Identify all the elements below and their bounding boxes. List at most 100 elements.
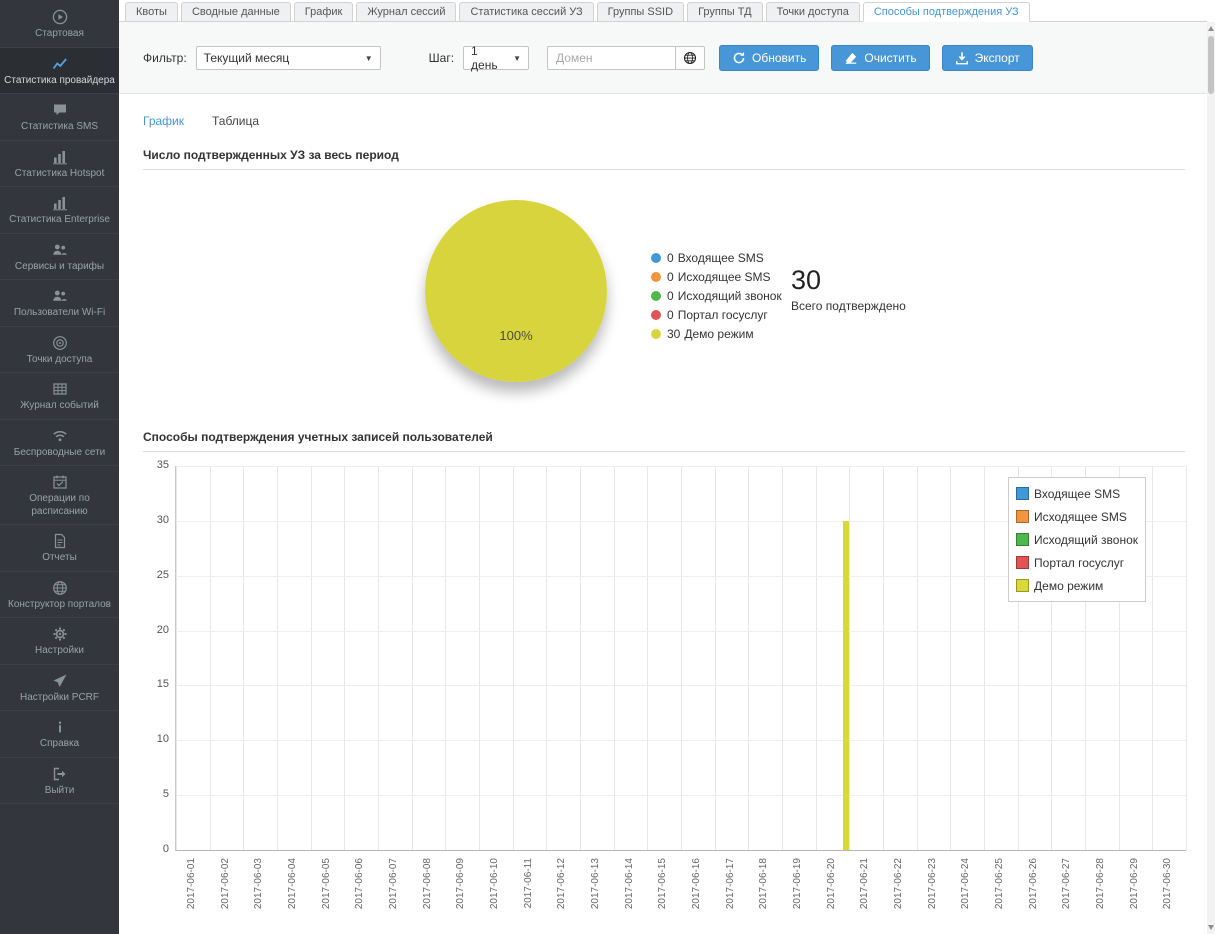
rocket-icon xyxy=(52,673,68,689)
gridline-vertical xyxy=(715,466,716,850)
step-select-value: 1 день xyxy=(471,44,507,72)
period-select-value: Текущий месяц xyxy=(204,51,290,65)
total-block: 30 Всего подтверждено xyxy=(791,266,906,313)
scroll-down-arrow[interactable] xyxy=(1208,925,1214,930)
filter-bar: Фильтр: Текущий месяц ▼ Шаг: 1 день ▼ Об… xyxy=(119,22,1207,94)
wifi-icon xyxy=(52,428,68,444)
logout-icon xyxy=(52,766,68,782)
top-tab-6[interactable]: Группы ТД xyxy=(687,2,763,22)
sidebar-item-12[interactable]: Конструктор порталов xyxy=(0,572,119,619)
sidebar-item-2[interactable]: Статистика SMS xyxy=(0,94,119,141)
table-icon xyxy=(52,381,68,397)
sidebar-item-0[interactable]: Стартовая xyxy=(0,1,119,48)
top-tab-2[interactable]: График xyxy=(294,2,354,22)
gridline-vertical xyxy=(210,466,211,850)
sidebar-item-6[interactable]: Пользователи Wi-Fi xyxy=(0,280,119,327)
report-icon xyxy=(52,533,68,549)
gridline-vertical xyxy=(950,466,951,850)
clear-button[interactable]: Очистить xyxy=(831,45,929,71)
step-select[interactable]: 1 день ▼ xyxy=(463,46,529,70)
export-icon xyxy=(955,51,969,65)
export-button[interactable]: Экспорт xyxy=(942,45,1033,71)
users-icon xyxy=(52,288,68,304)
subtab-0[interactable]: График xyxy=(143,114,184,128)
sidebar-item-label: Операции по расписанию xyxy=(2,493,117,518)
x-axis-label: 2017-06-13 xyxy=(590,858,602,909)
x-axis-label: 2017-06-22 xyxy=(893,858,905,909)
play-icon xyxy=(52,9,68,25)
sidebar-item-label: Сервисы и тарифы xyxy=(2,261,117,274)
gridline-vertical xyxy=(479,466,480,850)
top-tab-5[interactable]: Группы SSID xyxy=(597,2,684,22)
sidebar-item-11[interactable]: Отчеты xyxy=(0,525,119,572)
x-axis-label: 2017-06-03 xyxy=(253,858,265,909)
pie-legend-label: Входящее SMS xyxy=(678,251,764,265)
bar-legend-label: Входящее SMS xyxy=(1034,487,1120,501)
sidebar-item-10[interactable]: Операции по расписанию xyxy=(0,466,119,525)
period-select[interactable]: Текущий месяц ▼ xyxy=(196,46,381,70)
total-value: 30 xyxy=(791,266,906,296)
x-axis-label: 2017-06-06 xyxy=(354,858,366,909)
sidebar-item-16[interactable]: Выйти xyxy=(0,758,119,805)
sidebar-item-5[interactable]: Сервисы и тарифы xyxy=(0,234,119,281)
y-axis-label: 30 xyxy=(143,514,169,526)
top-tab-4[interactable]: Статистика сессий УЗ xyxy=(459,2,593,22)
x-axis-label: 2017-06-25 xyxy=(994,858,1006,909)
gridline-vertical xyxy=(445,466,446,850)
sidebar-item-label: Пользователи Wi-Fi xyxy=(2,307,117,320)
gridline-vertical xyxy=(513,466,514,850)
top-tab-label: Статистика сессий УЗ xyxy=(470,6,582,18)
gridline-horizontal xyxy=(176,685,1186,686)
top-tab-3[interactable]: Журнал сессий xyxy=(356,2,456,22)
sidebar-item-15[interactable]: Справка xyxy=(0,711,119,758)
top-tab-1[interactable]: Сводные данные xyxy=(181,2,291,22)
calendar-icon xyxy=(52,474,68,490)
sidebar-item-1[interactable]: Статистика провайдера xyxy=(0,48,119,95)
sidebar-item-7[interactable]: Точки доступа xyxy=(0,327,119,374)
vertical-scrollbar[interactable] xyxy=(1207,22,1215,934)
domain-input[interactable] xyxy=(547,46,675,70)
refresh-button[interactable]: Обновить xyxy=(719,45,819,71)
scroll-up-arrow[interactable] xyxy=(1208,26,1214,31)
pie-chart: 100% xyxy=(425,200,607,382)
domain-globe-button[interactable] xyxy=(675,46,705,70)
sidebar-item-13[interactable]: Настройки xyxy=(0,618,119,665)
info-icon xyxy=(52,719,68,735)
button-label: Экспорт xyxy=(975,51,1020,65)
eraser-icon xyxy=(844,51,858,65)
gridline-vertical xyxy=(311,466,312,850)
legend-color-swatch xyxy=(1016,487,1029,500)
globe-icon xyxy=(683,51,697,65)
sidebar-item-9[interactable]: Беспроводные сети xyxy=(0,420,119,467)
legend-color-swatch xyxy=(1016,533,1029,546)
line-chart-icon xyxy=(52,56,68,72)
x-axis-label: 2017-06-29 xyxy=(1129,858,1141,909)
scrollbar-thumb[interactable] xyxy=(1208,36,1214,94)
sidebar-item-14[interactable]: Настройки PCRF xyxy=(0,665,119,712)
x-axis-label: 2017-06-05 xyxy=(321,858,333,909)
sidebar-item-label: Журнал событий xyxy=(2,400,117,413)
sidebar-item-label: Статистика SMS xyxy=(2,121,117,134)
pie-legend-label: Портал госуслуг xyxy=(678,308,768,322)
sidebar-item-label: Статистика Enterprise xyxy=(2,214,117,227)
y-axis-label: 0 xyxy=(143,843,169,855)
view-subtabs: График Таблица xyxy=(119,94,1207,140)
sidebar-item-8[interactable]: Журнал событий xyxy=(0,373,119,420)
gridline-vertical xyxy=(580,466,581,850)
pie-legend-value: 0 xyxy=(667,251,674,265)
y-axis-label: 25 xyxy=(143,569,169,581)
top-tab-8[interactable]: Способы подтверждения УЗ xyxy=(863,2,1030,22)
x-axis-label: 2017-06-10 xyxy=(489,858,501,909)
x-axis-label: 2017-06-24 xyxy=(960,858,972,909)
gridline-vertical xyxy=(344,466,345,850)
button-label: Обновить xyxy=(752,51,806,65)
sidebar-item-3[interactable]: Статистика Hotspot xyxy=(0,141,119,188)
subtab-1[interactable]: Таблица xyxy=(212,114,259,128)
bar-section: Способы подтверждения учетных записей по… xyxy=(143,430,1185,928)
x-axis-label: 2017-06-08 xyxy=(422,858,434,909)
x-axis-label: 2017-06-20 xyxy=(826,858,838,909)
top-tab-7[interactable]: Точки доступа xyxy=(766,2,860,22)
sidebar-item-label: Конструктор порталов xyxy=(2,599,117,612)
sidebar-item-4[interactable]: Статистика Enterprise xyxy=(0,187,119,234)
top-tab-0[interactable]: Квоты xyxy=(125,2,178,22)
